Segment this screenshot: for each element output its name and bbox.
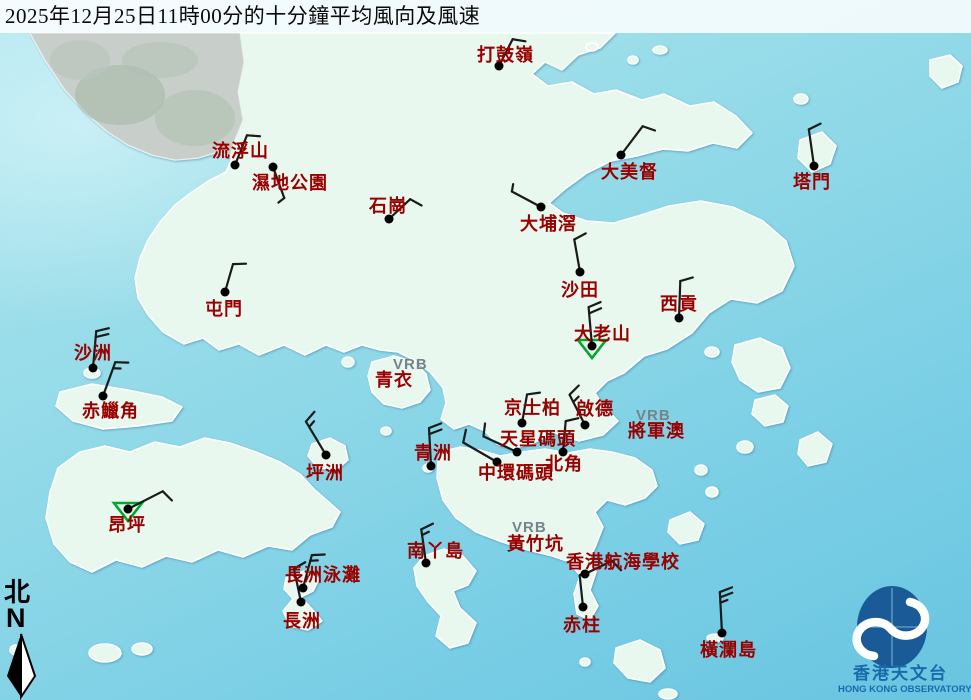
islet [705,347,719,357]
north-arrow [7,634,35,697]
islet-po-toi [614,640,665,682]
islet [132,643,152,655]
station-dot [810,162,819,171]
station-dot [297,598,306,607]
station-dot [513,448,522,457]
wind-barb-pole [679,281,680,318]
station-dot [518,419,527,428]
wind-barb-feather [429,423,441,428]
islet [659,689,677,699]
station-dot [537,203,546,212]
islet-top-right [930,55,962,88]
station-dot [581,421,590,430]
wind-barb-feather [809,124,821,130]
station-dot [99,392,108,401]
station-dot [89,364,98,373]
islet [580,658,590,666]
wind-barb-feather [463,430,466,443]
wind-barb-feather [96,328,109,331]
islet [737,441,753,453]
urban-area-shenzhen [30,33,244,160]
hko-logo-name-en: HONG KONG OBSERVATORY [838,685,971,695]
wind-barb-feather [421,524,433,530]
station-dot [495,62,504,71]
islet-tung-lung [668,512,704,544]
station-dot [427,462,436,471]
wind-map: 打鼓嶺流浮山濕地公園石崗屯門大美督大埔滘塔門沙田西貢大老山沙洲赤鱲角坪洲昂坪青洲… [0,0,971,700]
station-dot [718,629,727,638]
wind-barb-feather [247,135,260,136]
wind-barb-feather [720,587,732,592]
wind-barb-feather [720,600,727,603]
title-bar: 2025年12月25日11時00分的十分鐘平均風向及風速 [0,0,971,33]
station-dot [581,570,590,579]
wind-barb-feather [312,554,325,555]
islet [628,56,638,64]
landmass-lantau [46,438,340,572]
wind-barb-feather [429,429,441,434]
wind-barb-feather [512,184,513,191]
islet-group-port-shelter [732,338,790,392]
islet-kau-yi-chau [381,427,391,435]
islet [586,43,598,51]
wind-barb-feather [422,532,429,535]
station-dot [588,342,597,351]
islet [752,395,788,426]
wind-barb-feather [306,412,315,422]
station-dot [579,603,588,612]
station-dot [576,268,585,277]
landmass-hk-island [437,447,657,620]
landmass-airport [56,384,182,429]
wind-barb-feather [720,593,732,598]
hko-logo [857,586,927,668]
islet [706,487,718,497]
station-dot [675,314,684,323]
islet-soko [89,644,121,662]
station-dot [231,161,240,170]
islet-ma-wan [342,357,354,367]
station-dot [299,584,308,593]
coastline-map-svg [0,0,971,700]
station-dot [322,451,331,460]
station-dot [493,458,502,467]
station-dot [422,559,431,568]
station-dot [124,505,133,514]
wind-barb-feather [612,561,621,570]
islet [798,432,832,466]
islet [695,465,707,475]
station-dot [617,151,626,160]
wind-barb-feather [96,334,109,337]
map-title: 2025年12月25日11時00分的十分鐘平均風向及風速 [0,0,971,29]
station-dot [385,215,394,224]
compass-north-en: N [6,605,26,632]
islet [653,46,667,54]
wind-barb-feather [309,421,314,427]
hko-logo-name-zh: 香港天文台 [853,665,948,682]
islet [794,94,808,104]
station-dot [221,288,230,297]
wind-barb-feather [294,562,305,569]
station-dot [559,448,568,457]
station-dot [269,163,278,172]
